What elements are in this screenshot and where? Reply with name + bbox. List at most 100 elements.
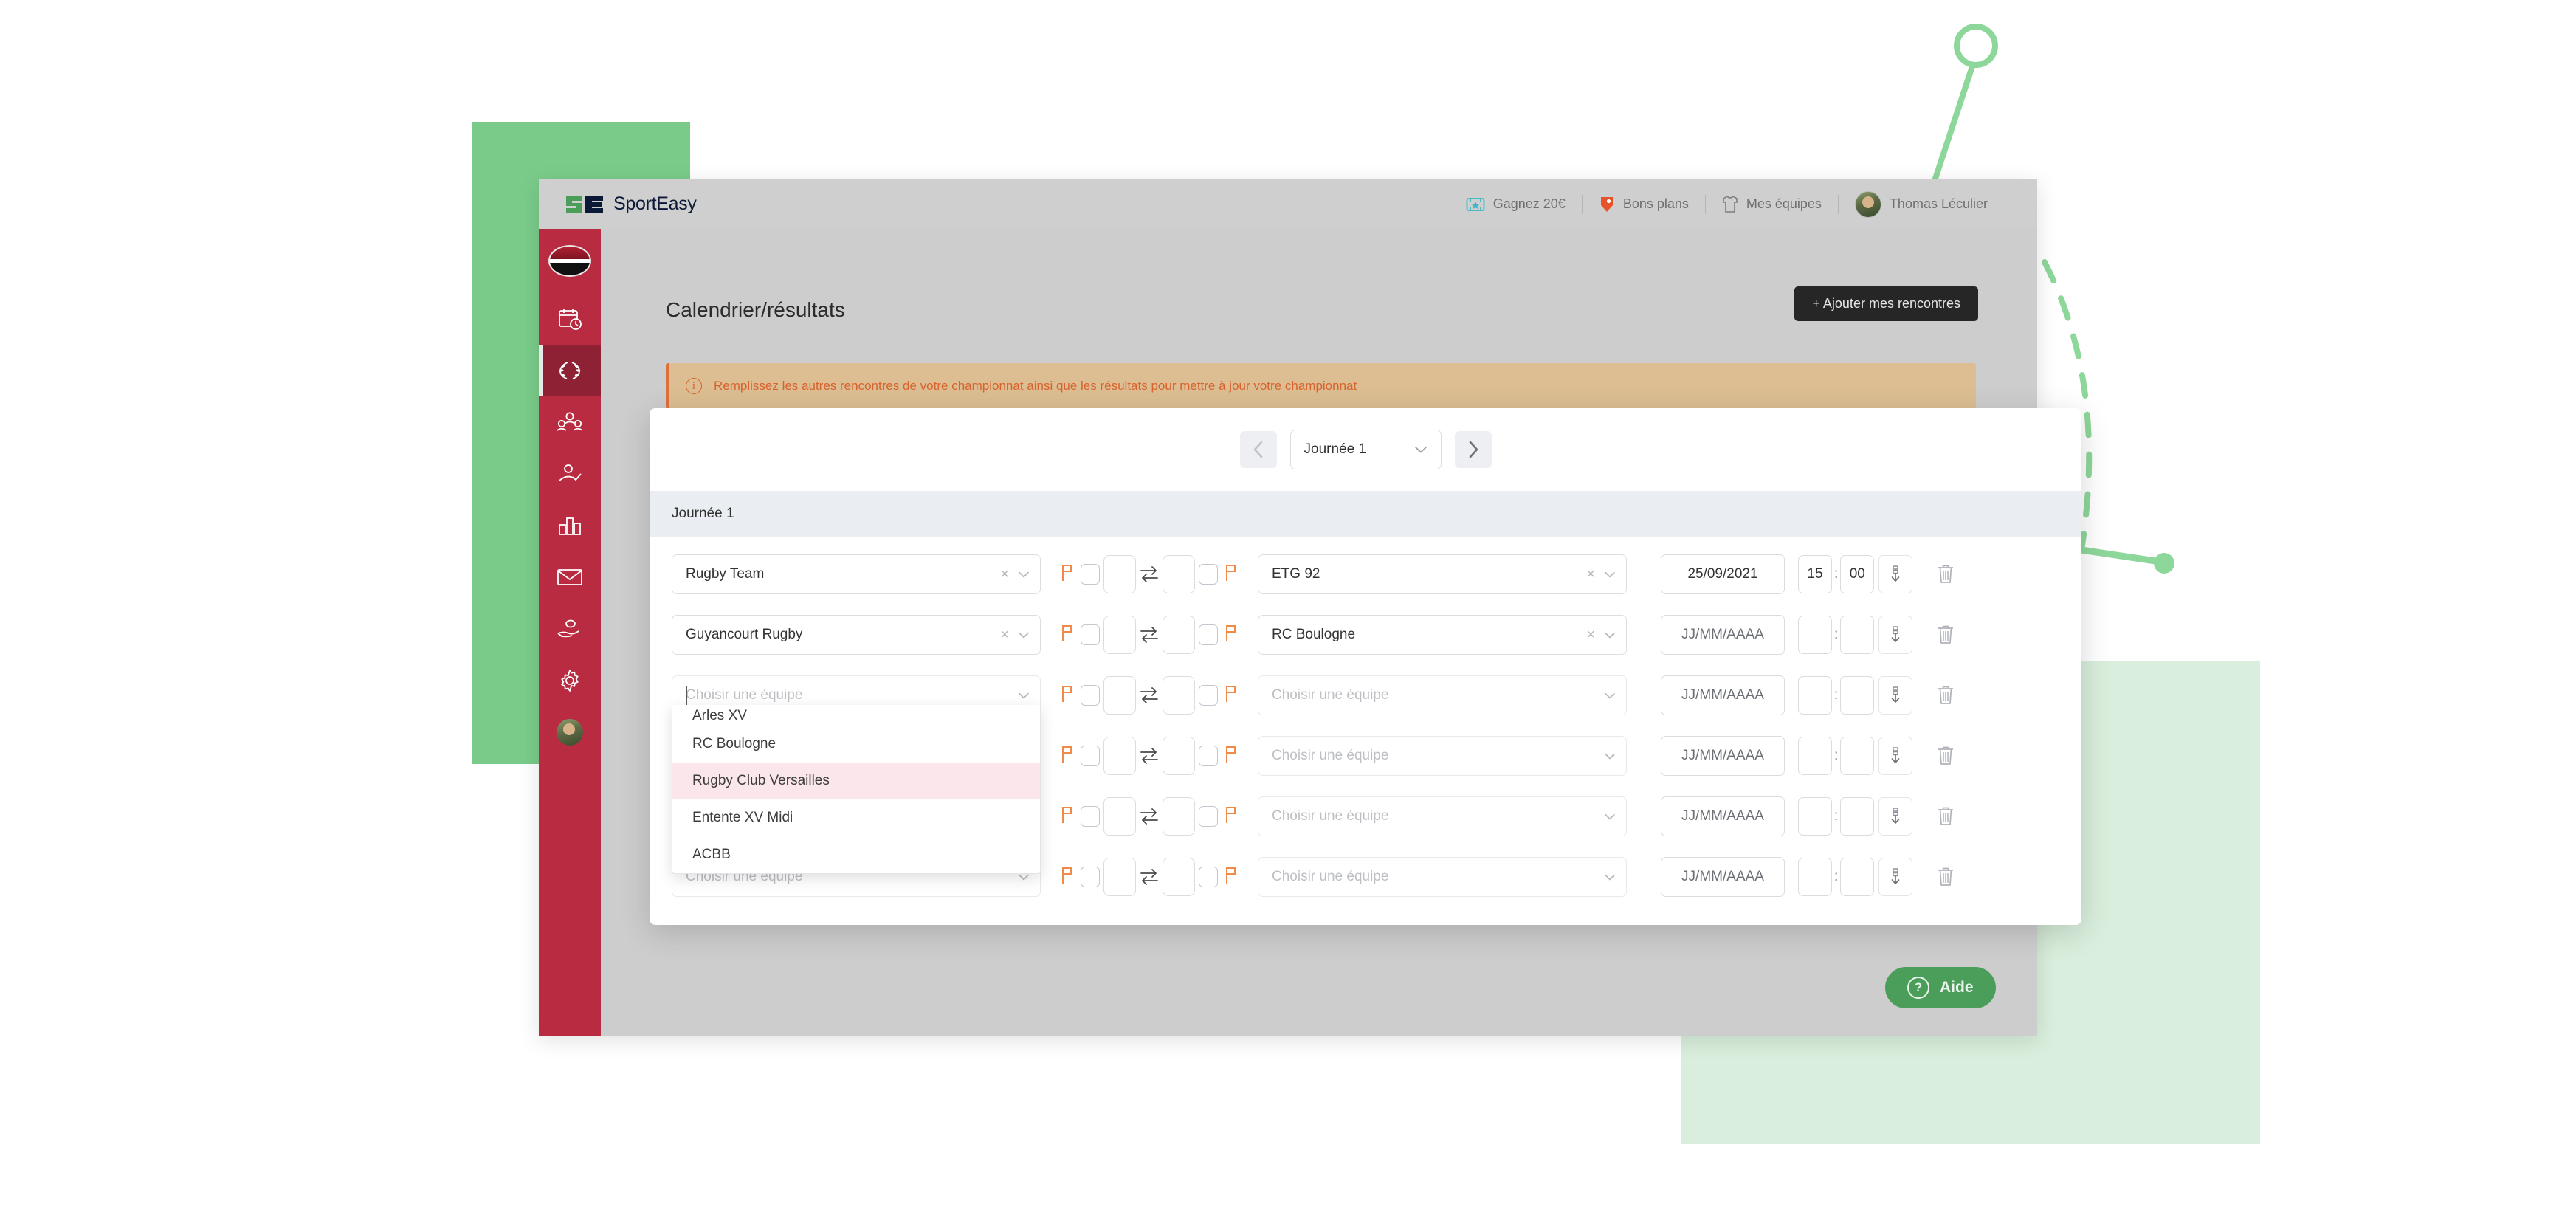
match-minute-input[interactable] [1840, 858, 1875, 896]
clear-icon[interactable]: × [1000, 566, 1009, 583]
match-minute-input[interactable]: 00 [1840, 555, 1875, 593]
swap-teams-button[interactable] [1138, 805, 1160, 827]
away-forfeit-checkbox[interactable] [1199, 564, 1218, 585]
home-forfeit-checkbox[interactable] [1081, 564, 1100, 585]
home-score-input[interactable] [1103, 676, 1136, 715]
dropdown-option[interactable]: ACBB [672, 836, 1040, 873]
sidebar-item-team-logo[interactable] [548, 245, 591, 277]
delete-match-button[interactable] [1929, 737, 1963, 775]
match-date-input[interactable]: JJ/MM/AAAA [1661, 857, 1785, 897]
match-minute-input[interactable] [1840, 737, 1875, 775]
home-forfeit-checkbox[interactable] [1081, 746, 1100, 766]
import-match-button[interactable] [1878, 737, 1913, 775]
delete-match-button[interactable] [1929, 797, 1963, 836]
match-date-input[interactable]: JJ/MM/AAAA [1661, 736, 1785, 776]
match-minute-input[interactable] [1840, 797, 1875, 836]
swap-teams-button[interactable] [1138, 563, 1160, 585]
away-forfeit-flag-icon[interactable] [1225, 866, 1238, 889]
away-forfeit-flag-icon[interactable] [1225, 563, 1238, 586]
match-date-input[interactable]: 25/09/2021 [1661, 554, 1785, 594]
home-forfeit-checkbox[interactable] [1081, 624, 1100, 645]
clear-icon[interactable]: × [1586, 566, 1595, 583]
match-hour-input[interactable] [1798, 737, 1832, 775]
match-hour-input[interactable]: 15 [1798, 555, 1832, 593]
away-score-input[interactable] [1163, 858, 1195, 896]
home-score-input[interactable] [1103, 858, 1136, 896]
topnav-item-mes-equipes[interactable]: Mes équipes [1706, 190, 1838, 219]
away-forfeit-checkbox[interactable] [1199, 867, 1218, 887]
home-forfeit-flag-icon[interactable] [1061, 805, 1074, 828]
clear-icon[interactable]: × [1586, 627, 1595, 644]
sidebar-item-stats[interactable] [539, 500, 601, 551]
away-forfeit-checkbox[interactable] [1199, 806, 1218, 827]
topnav-item-bons-plans[interactable]: Bons plans [1583, 190, 1705, 219]
home-forfeit-flag-icon[interactable] [1061, 563, 1074, 586]
dropdown-option[interactable]: Rugby Club Versailles [672, 763, 1040, 799]
home-score-input[interactable] [1103, 555, 1136, 593]
matchday-select[interactable]: Journée 1 [1289, 430, 1442, 469]
home-forfeit-flag-icon[interactable] [1061, 624, 1074, 647]
home-score-input[interactable] [1103, 737, 1136, 775]
sidebar-item-competitions[interactable] [539, 345, 601, 396]
topnav-item-user[interactable]: Thomas Léculier [1839, 190, 2004, 219]
import-match-button[interactable] [1878, 555, 1913, 593]
away-score-input[interactable] [1163, 616, 1195, 654]
match-hour-input[interactable] [1798, 797, 1832, 836]
next-matchday-button[interactable] [1454, 431, 1492, 468]
import-match-button[interactable] [1878, 676, 1913, 715]
delete-match-button[interactable] [1929, 676, 1963, 715]
swap-teams-button[interactable] [1138, 866, 1160, 888]
previous-matchday-button[interactable] [1239, 431, 1277, 468]
sidebar-item-messages[interactable] [539, 551, 601, 603]
import-match-button[interactable] [1878, 858, 1913, 896]
delete-match-button[interactable] [1929, 858, 1963, 896]
dropdown-option[interactable]: Entente XV Midi [672, 799, 1040, 836]
home-forfeit-flag-icon[interactable] [1061, 866, 1074, 889]
sidebar-item-profile[interactable] [539, 706, 601, 758]
dropdown-option[interactable]: RC Boulogne [672, 726, 1040, 763]
match-hour-input[interactable] [1798, 616, 1832, 654]
clear-icon[interactable]: × [1000, 627, 1009, 644]
away-team-select[interactable]: Choisir une équipe [1258, 796, 1627, 836]
swap-teams-button[interactable] [1138, 624, 1160, 646]
swap-teams-button[interactable] [1138, 745, 1160, 767]
match-date-input[interactable]: JJ/MM/AAAA [1661, 675, 1785, 715]
away-team-select[interactable]: ETG 92 × [1258, 554, 1627, 594]
away-forfeit-flag-icon[interactable] [1225, 745, 1238, 768]
away-team-select[interactable]: Choisir une équipe [1258, 736, 1627, 776]
delete-match-button[interactable] [1929, 555, 1963, 593]
match-date-input[interactable]: JJ/MM/AAAA [1661, 615, 1785, 655]
home-forfeit-checkbox[interactable] [1081, 867, 1100, 887]
away-score-input[interactable] [1163, 555, 1195, 593]
away-score-input[interactable] [1163, 676, 1195, 715]
away-team-select[interactable]: Choisir une équipe [1258, 857, 1627, 897]
help-button[interactable]: ? Aide [1885, 967, 1996, 1008]
match-hour-input[interactable] [1798, 858, 1832, 896]
topnav-item-gagnez[interactable]: Gagnez 20€ [1450, 190, 1582, 219]
delete-match-button[interactable] [1929, 616, 1963, 654]
away-score-input[interactable] [1163, 737, 1195, 775]
match-hour-input[interactable] [1798, 676, 1832, 715]
sidebar-item-settings[interactable] [539, 655, 601, 706]
sidebar-item-sponsors[interactable] [539, 603, 601, 655]
home-forfeit-flag-icon[interactable] [1061, 745, 1074, 768]
sidebar-item-attendance[interactable] [539, 448, 601, 500]
away-forfeit-flag-icon[interactable] [1225, 684, 1238, 707]
home-forfeit-checkbox[interactable] [1081, 685, 1100, 706]
home-score-input[interactable] [1103, 797, 1136, 836]
home-team-select[interactable]: Rugby Team × [672, 554, 1041, 594]
away-forfeit-checkbox[interactable] [1199, 685, 1218, 706]
home-score-input[interactable] [1103, 616, 1136, 654]
away-forfeit-flag-icon[interactable] [1225, 805, 1238, 828]
brand-logo-group[interactable]: SportEasy [565, 192, 697, 217]
home-forfeit-flag-icon[interactable] [1061, 684, 1074, 707]
away-forfeit-flag-icon[interactable] [1225, 624, 1238, 647]
away-score-input[interactable] [1163, 797, 1195, 836]
match-minute-input[interactable] [1840, 616, 1875, 654]
away-forfeit-checkbox[interactable] [1199, 624, 1218, 645]
away-forfeit-checkbox[interactable] [1199, 746, 1218, 766]
dropdown-option[interactable]: Arles XV [672, 705, 1040, 726]
home-team-select[interactable]: Guyancourt Rugby × [672, 615, 1041, 655]
match-date-input[interactable]: JJ/MM/AAAA [1661, 796, 1785, 836]
match-minute-input[interactable] [1840, 676, 1875, 715]
